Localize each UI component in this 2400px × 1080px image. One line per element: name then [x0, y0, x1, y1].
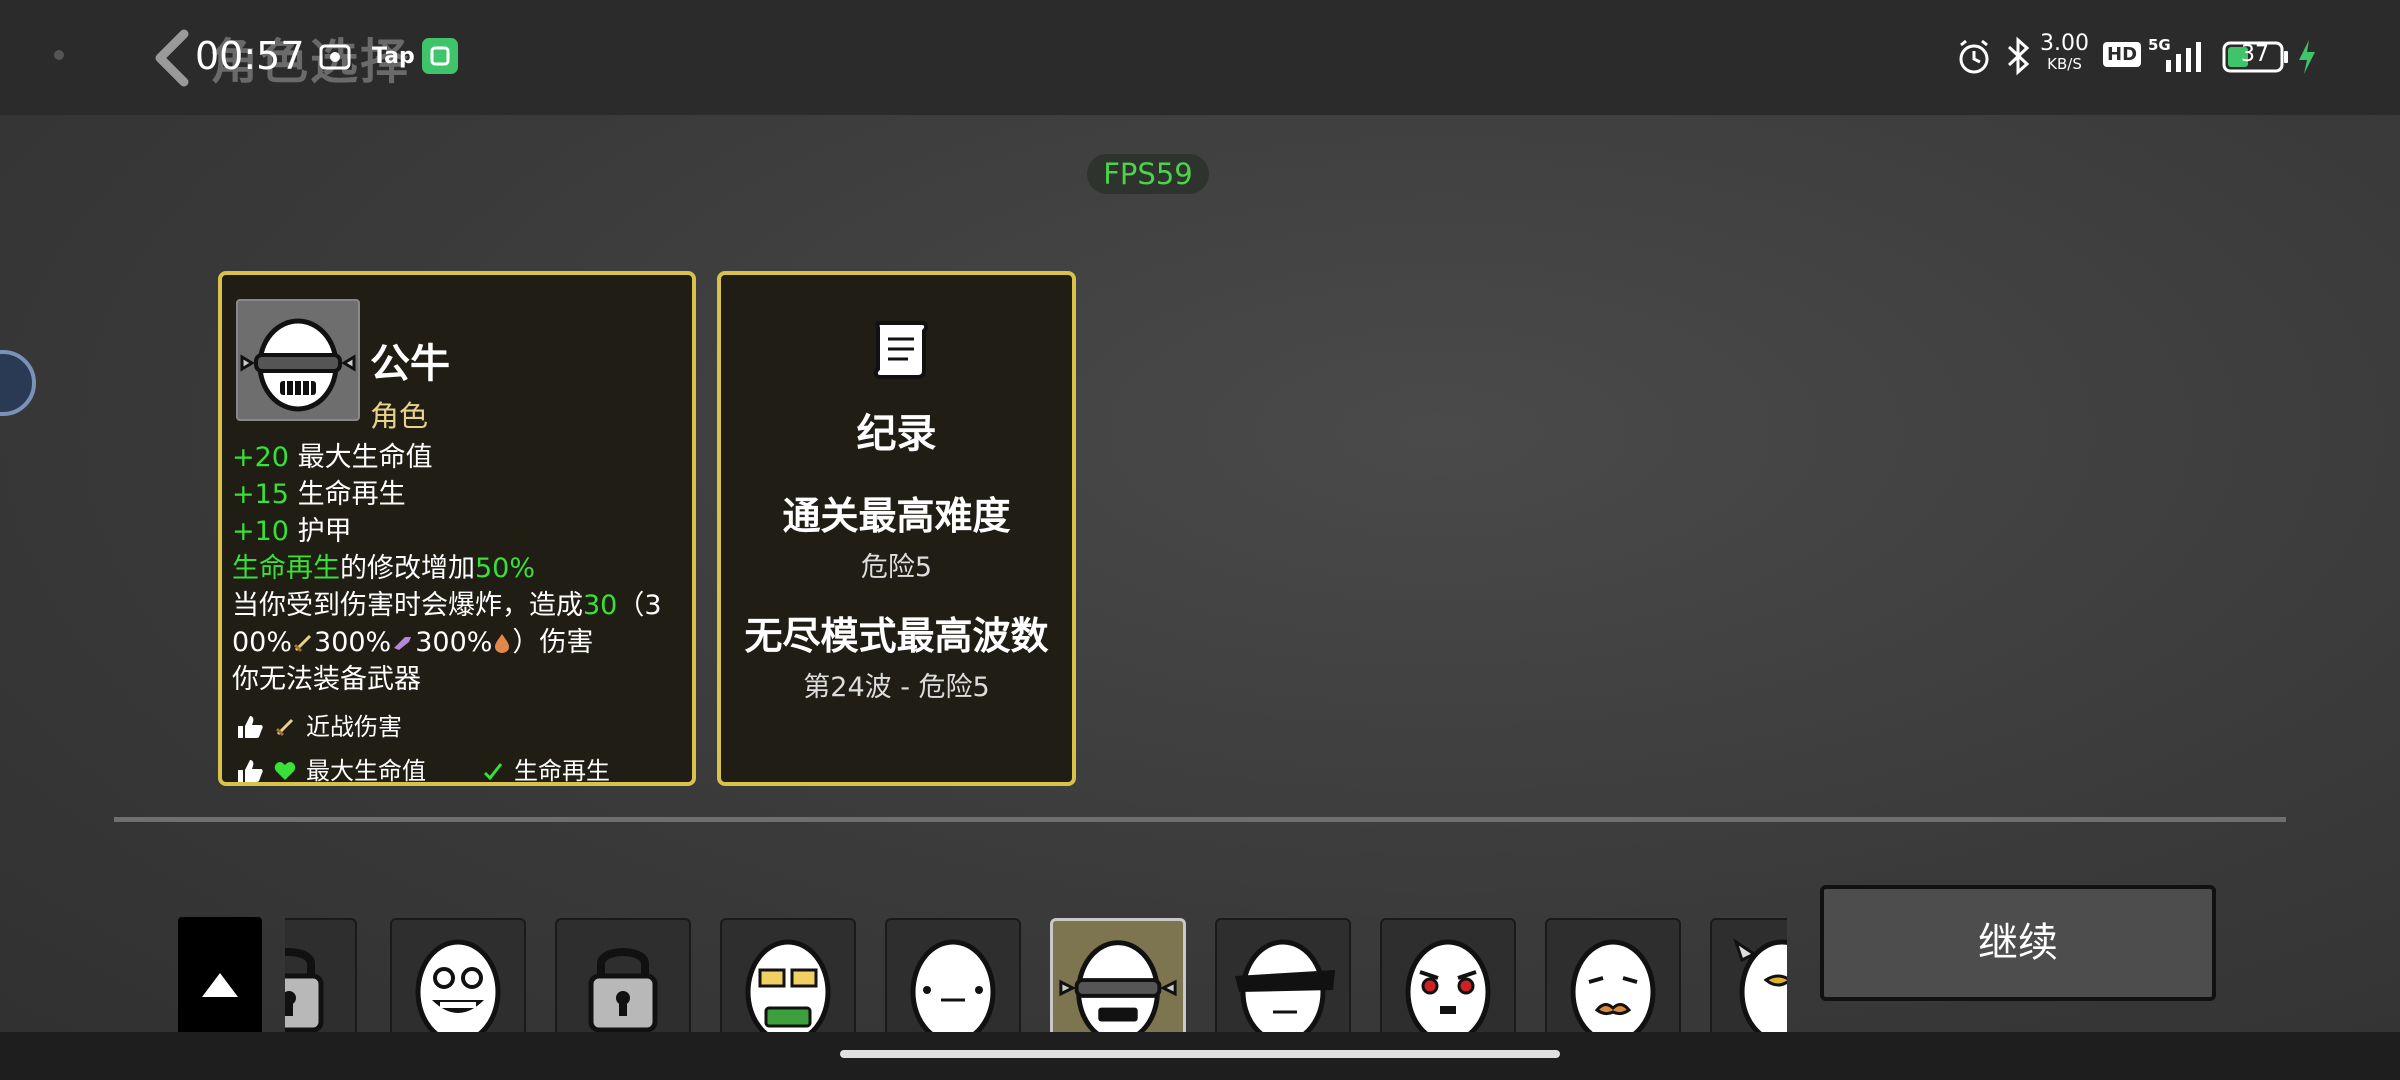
elemental-icon [492, 632, 512, 654]
endless-label: 无尽模式最高波数 [744, 614, 1049, 658]
modifier-highlight: 生命再生 [232, 553, 340, 584]
modifier-row: 生命再生的修改增加50% [232, 550, 687, 587]
tag-row: 近战伤害 [236, 705, 610, 749]
character-info-card: 公牛 角色 +20 最大生命值 +15 生命再生 +10 护甲 生命再生的修改增… [218, 271, 696, 786]
highest-difficulty-label: 通关最高难度 [782, 494, 1011, 538]
explode-value: 30 [583, 590, 618, 621]
character-type: 角色 [370, 399, 429, 433]
stat-row: +15 生命再生 [232, 476, 687, 513]
battery-level: 37 [2241, 42, 2269, 67]
explode-row: 当你受到伤害时会爆炸，造成30（3 [232, 587, 687, 624]
tap-icon: Tap [372, 44, 415, 69]
endless-value: 第24波 - 危险5 [803, 672, 990, 703]
scroll-icon [866, 313, 936, 383]
record-card: 纪录 通关最高难度 危险5 无尽模式最高波数 第24波 - 危险5 [717, 271, 1076, 786]
melee-icon [292, 632, 314, 654]
explode-text-b: （3 [617, 590, 662, 621]
explode-row-2: 00% 300% 300% ）伤害 [232, 624, 687, 661]
hd-label: HD [2103, 42, 2142, 67]
home-indicator[interactable] [840, 1050, 1560, 1058]
network-speed-unit: KB/S [2047, 55, 2082, 73]
character-portrait [236, 299, 360, 421]
stat-label: 最大生命值 [288, 442, 433, 473]
charging-icon [2296, 38, 2318, 76]
stat-label: 护甲 [288, 516, 352, 547]
explode-percent-1: 00% [232, 627, 293, 658]
fps-counter: FPS59 [1087, 154, 1209, 194]
explode-percent-3: 300% [415, 627, 493, 658]
modifier-value: 50% [475, 553, 536, 584]
alarm-icon [1955, 38, 1993, 76]
status-time: 00:57 [195, 34, 305, 78]
stat-value: +10 [232, 516, 289, 547]
tag-max-hp: 最大生命值 [306, 757, 426, 785]
network-speed-value: 3.00 [2040, 31, 2089, 56]
video-icon [318, 40, 352, 74]
modifier-text: 的修改增加 [340, 553, 475, 584]
heart-icon [274, 761, 296, 781]
thumbs-up-icon [236, 714, 264, 740]
battery-icon: 37 [2222, 40, 2292, 74]
explode-text-end: ）伤害 [512, 627, 594, 658]
tag-melee-damage: 近战伤害 [306, 713, 402, 741]
stat-row: +10 护甲 [232, 513, 687, 550]
character-tags: 近战伤害 最大生命值 生命再生 [236, 705, 610, 793]
regen-icon [482, 761, 504, 781]
hd-badge: HD [2103, 42, 2142, 67]
app-notification-icon [422, 38, 458, 74]
stat-value: +15 [232, 479, 289, 510]
status-bar: 角色选择 00:57 Tap 3.00 KB/S HD 5G 37 [0, 0, 2400, 115]
status-dot [54, 50, 64, 60]
tag-row: 最大生命值 生命再生 [236, 749, 610, 793]
back-arrow-icon[interactable] [150, 28, 194, 88]
highest-difficulty-value: 危险5 [860, 552, 933, 583]
section-divider [114, 817, 2286, 822]
network-speed: 3.00 KB/S [2040, 31, 2089, 74]
character-name: 公牛 [370, 341, 450, 387]
explode-percent-2: 300% [314, 627, 392, 658]
no-weapon-row: 你无法装备武器 [232, 664, 421, 695]
stat-row: +20 最大生命值 [232, 439, 687, 476]
melee-tag-icon [274, 716, 296, 738]
bluetooth-icon [2005, 36, 2031, 76]
stat-value: +20 [232, 442, 289, 473]
explode-text: 当你受到伤害时会爆炸，造成 [232, 590, 583, 621]
record-title: 纪录 [856, 411, 937, 457]
ranged-icon [391, 632, 415, 654]
stat-label: 生命再生 [288, 479, 406, 510]
tag-regen: 生命再生 [514, 757, 610, 785]
thumbs-up-icon [236, 758, 264, 784]
character-stats: +20 最大生命值 +15 生命再生 +10 护甲 生命再生的修改增加50% 当… [232, 439, 687, 698]
floating-bubble[interactable] [0, 350, 36, 416]
continue-button[interactable]: 继续 [1820, 885, 2216, 1001]
